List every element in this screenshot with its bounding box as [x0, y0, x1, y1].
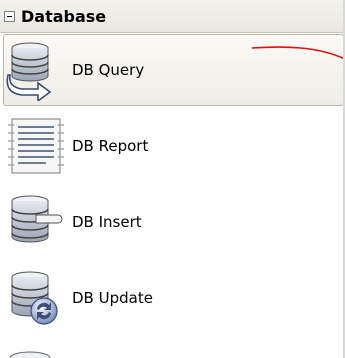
palette-item-label: DB Update: [72, 289, 153, 307]
palette-item-label: DB Report: [72, 137, 149, 155]
db-query-icon: [6, 42, 52, 101]
db-report-icon: [8, 118, 64, 174]
palette-item-db-update[interactable]: DB Update: [4, 262, 343, 334]
db-item-partial-icon: [9, 351, 51, 358]
database-palette-panel: Database DB Query DB Report DB Insert DB…: [0, 0, 345, 358]
section-title: Database: [21, 6, 107, 26]
database-section-header[interactable]: Database: [0, 0, 343, 33]
palette-item-label: DB Insert: [72, 213, 142, 231]
annotation-line: [251, 46, 345, 60]
db-insert-icon: [11, 195, 63, 243]
collapse-icon[interactable]: [4, 10, 15, 22]
palette-item-db-report[interactable]: DB Report: [4, 110, 343, 182]
db-update-icon: [11, 271, 58, 325]
palette-item-db-insert[interactable]: DB Insert: [4, 186, 343, 258]
palette-item-label: DB Query: [72, 61, 145, 79]
